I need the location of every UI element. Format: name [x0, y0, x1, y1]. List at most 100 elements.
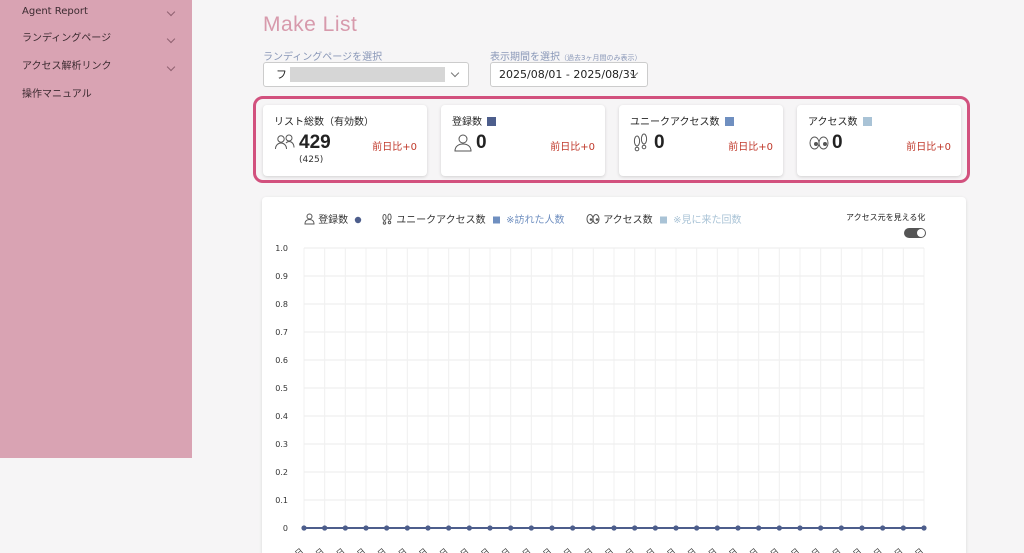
color-swatch — [862, 117, 872, 126]
chevron-down-icon — [166, 62, 176, 72]
data-point — [549, 525, 555, 531]
data-point — [446, 525, 452, 531]
kpi-title: 登録数 — [452, 113, 496, 128]
data-point — [425, 525, 431, 531]
data-point — [694, 525, 700, 531]
x-tick-label: 8月1日 — [279, 547, 305, 553]
legend-unique[interactable]: ユニークアクセス数 ※訪れた人数 — [381, 213, 564, 227]
kpi-title: アクセス数 — [808, 113, 872, 128]
eyes-icon — [586, 214, 600, 224]
kpi-sub-value: (425) — [299, 155, 324, 165]
sidebar-item-label: アクセス解析リンク — [22, 61, 112, 72]
data-point — [900, 525, 906, 531]
chevron-down-icon — [450, 68, 460, 78]
source-visualize-toggle[interactable] — [904, 228, 926, 238]
kpi-diff: 前日比+0 — [550, 142, 595, 153]
redacted-block — [290, 67, 445, 82]
color-swatch — [487, 117, 496, 126]
data-point — [487, 525, 493, 531]
kpi-card-unique-access: ユニークアクセス数 0 前日比+0 — [619, 105, 783, 176]
kpi-diff: 前日比+0 — [372, 142, 417, 153]
legend-registered[interactable]: 登録数 — [304, 213, 363, 227]
kpi-title-text: 登録数 — [452, 117, 482, 128]
legend-label: ユニークアクセス数 — [396, 215, 486, 226]
person-icon — [304, 213, 315, 225]
data-point — [632, 525, 638, 531]
line-chart: 00.10.20.30.40.50.60.70.80.91.08月1日8月2日8… — [275, 244, 927, 553]
lp-select[interactable]: フ — [263, 62, 469, 87]
toggle-label: アクセス元を見える化 — [846, 213, 926, 222]
sidebar-item-label: ランディングページ — [22, 33, 112, 44]
kpi-card-access: アクセス数 0 前日比+0 — [797, 105, 961, 176]
data-point — [838, 525, 844, 531]
person-icon — [454, 134, 472, 152]
y-tick-label: 0.6 — [275, 356, 288, 365]
kpi-diff: 前日比+0 — [906, 142, 951, 153]
data-point — [673, 525, 679, 531]
kpi-value: 0 — [476, 132, 487, 153]
legend-marker — [355, 216, 362, 224]
legend-marker — [659, 216, 667, 224]
data-point — [508, 525, 514, 531]
data-point — [859, 525, 865, 531]
kpi-title-text: ユニークアクセス数 — [630, 117, 720, 128]
kpi-value: 0 — [654, 132, 665, 153]
legend-access[interactable]: アクセス数 ※見に来た回数 — [586, 213, 741, 227]
legend-label: 登録数 — [318, 215, 349, 226]
data-point — [322, 525, 328, 531]
sidebar-item-label: Agent Report — [22, 6, 88, 17]
data-point — [797, 525, 803, 531]
data-point — [756, 525, 762, 531]
sidebar-item-label: 操作マニュアル — [22, 89, 92, 100]
data-point — [570, 525, 576, 531]
data-point — [714, 525, 720, 531]
users-icon — [275, 134, 295, 150]
page-title: Make List — [263, 13, 358, 36]
footprints-icon — [382, 213, 392, 225]
data-point — [818, 525, 824, 531]
data-point — [301, 525, 307, 531]
data-point — [528, 525, 534, 531]
sidebar-item-landing-page[interactable]: ランディングページ — [0, 27, 192, 51]
chevron-down-icon — [166, 34, 176, 44]
kpi-value: 0 — [832, 132, 843, 153]
kpi-title-text: アクセス数 — [808, 117, 858, 128]
eyes-icon — [809, 136, 829, 150]
y-tick-label: 0.8 — [275, 300, 288, 309]
lp-select-value: フ — [276, 68, 287, 81]
chevron-down-icon — [166, 7, 176, 17]
sidebar: Agent Report ランディングページ アクセス解析リンク 操作マニュアル — [0, 0, 192, 458]
data-point — [590, 525, 596, 531]
legend-note: ※見に来た回数 — [673, 215, 742, 226]
toggle-knob — [917, 229, 925, 237]
sidebar-item-manual[interactable]: 操作マニュアル — [0, 83, 192, 107]
data-point — [611, 525, 617, 531]
kpi-card-registered: 登録数 0 前日比+0 — [441, 105, 605, 176]
sidebar-item-agent-report[interactable]: Agent Report — [0, 0, 192, 24]
data-point — [921, 525, 927, 531]
legend-label: アクセス数 — [603, 215, 653, 226]
kpi-diff: 前日比+0 — [728, 142, 773, 153]
data-point — [342, 525, 348, 531]
data-point — [652, 525, 658, 531]
kpi-card-list-total: リスト総数（有効数） 429 (425) 前日比+0 — [263, 105, 427, 176]
lp-select-label: ランディングページを選択 — [263, 52, 383, 63]
y-tick-label: 0.7 — [275, 328, 288, 337]
data-point — [776, 525, 782, 531]
legend-marker — [492, 216, 500, 224]
y-tick-label: 0.5 — [275, 384, 288, 393]
kpi-value: 429 — [299, 132, 331, 153]
period-select[interactable]: 2025/08/01 - 2025/08/31 — [490, 62, 648, 87]
legend-note: ※訪れた人数 — [506, 215, 565, 226]
kpi-title: リスト総数（有効数） — [274, 117, 374, 128]
sidebar-item-access-link[interactable]: アクセス解析リンク — [0, 55, 192, 79]
y-tick-label: 0.1 — [275, 496, 288, 505]
y-tick-label: 0.4 — [275, 412, 288, 421]
y-tick-label: 0.3 — [275, 440, 288, 449]
period-select-label: 表示期間を選択（過去3ヶ月間のみ表示） — [490, 48, 641, 63]
data-point — [384, 525, 390, 531]
y-tick-label: 0.2 — [275, 468, 288, 477]
data-point — [880, 525, 886, 531]
data-point — [404, 525, 410, 531]
color-swatch — [724, 117, 734, 126]
